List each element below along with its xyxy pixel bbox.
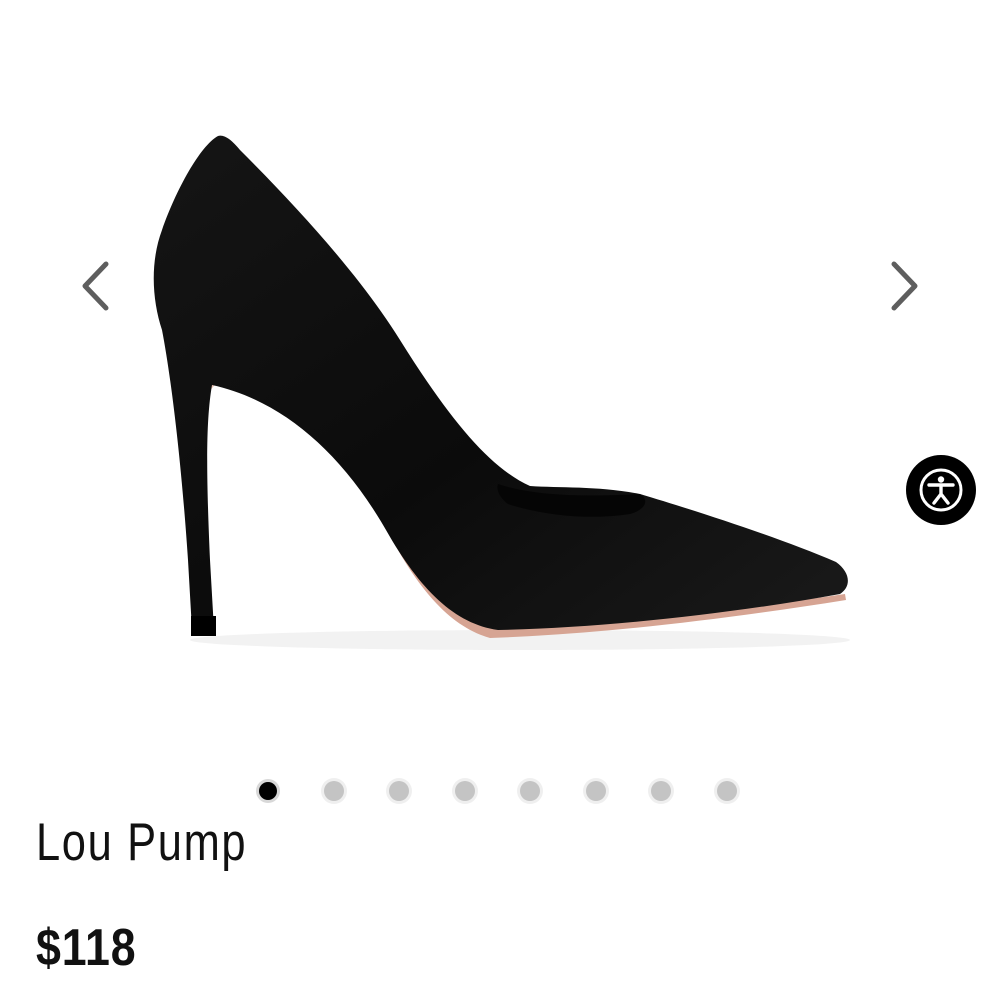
chevron-left-icon xyxy=(82,261,109,311)
gallery-dot-2[interactable] xyxy=(319,776,349,806)
gallery-dot-5[interactable] xyxy=(515,776,545,806)
product-name: Lou Pump xyxy=(36,813,248,872)
gallery-dot-7[interactable] xyxy=(646,776,676,806)
gallery-dot-6[interactable] xyxy=(581,776,611,806)
accessibility-person-icon xyxy=(919,468,963,512)
gallery-dot-8[interactable] xyxy=(712,776,742,806)
gallery-dot-4[interactable] xyxy=(450,776,480,806)
chevron-right-icon xyxy=(891,261,918,311)
accessibility-button[interactable] xyxy=(906,455,976,525)
next-image-button[interactable] xyxy=(883,258,927,314)
product-price: $118 xyxy=(36,919,137,977)
gallery-dot-3[interactable] xyxy=(384,776,414,806)
gallery-dot-1[interactable] xyxy=(253,776,283,806)
gallery-pagination xyxy=(253,776,742,806)
product-image xyxy=(153,135,850,650)
product-image-gallery[interactable] xyxy=(0,0,1000,760)
previous-image-button[interactable] xyxy=(73,258,117,314)
